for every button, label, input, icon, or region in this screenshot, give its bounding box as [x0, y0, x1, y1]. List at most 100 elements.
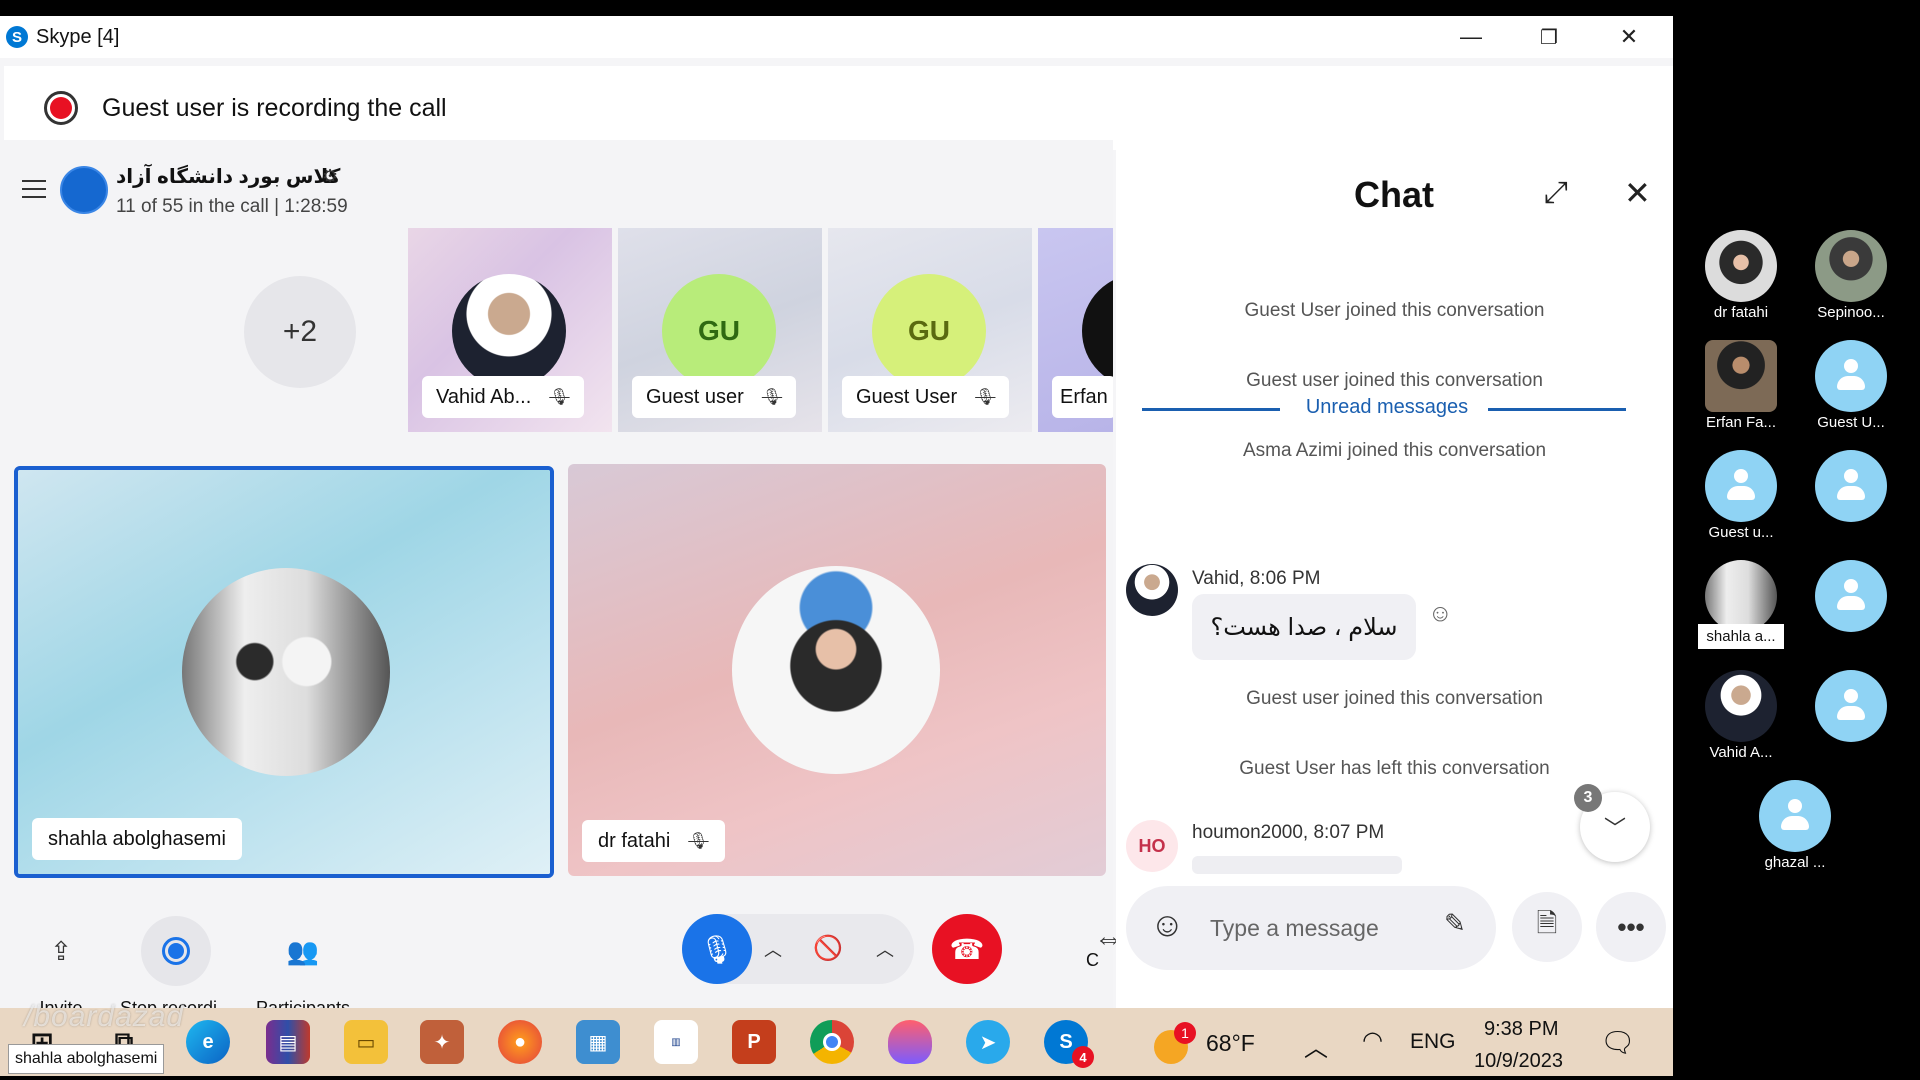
participant-name: Guest user [646, 385, 744, 408]
person-icon [1780, 799, 1810, 833]
side-participant[interactable] [1796, 670, 1906, 744]
avatar: GU [872, 274, 986, 388]
video-tile-active[interactable]: shahla abolghasemi [14, 466, 554, 878]
person-icon [1836, 469, 1866, 503]
control-panel-icon[interactable]: ▦ [576, 1020, 620, 1064]
chevron-up-icon[interactable]: ︿ [1304, 1028, 1328, 1063]
participant-nametag: dr fatahi 🎙 [582, 820, 725, 862]
gear-icon[interactable]: ⚙ [322, 166, 338, 187]
side-participant-label: dr fatahi [1713, 304, 1769, 321]
participant-nametag: Guest user 🎙 [632, 376, 797, 418]
message-input[interactable] [1210, 908, 1420, 948]
close-chat-icon[interactable]: ✕ [1624, 174, 1651, 212]
avatar [1705, 230, 1777, 302]
file-explorer-icon[interactable]: ▭ [344, 1020, 388, 1064]
record-icon [141, 916, 212, 986]
minimize-button[interactable]: — [1432, 16, 1510, 58]
system-message: Asma Azimi joined this conversation [1242, 440, 1547, 461]
participant-tile[interactable]: GU Guest User 🎙 [828, 228, 1032, 432]
share-icon: ⇪ [50, 935, 72, 966]
participant-name: dr fatahi [598, 829, 671, 852]
app-library-icon[interactable]: ▥ [654, 1020, 698, 1064]
chrome-icon[interactable] [810, 1020, 854, 1064]
participant-name: shahla abolghasemi [48, 827, 226, 850]
side-participant[interactable]: Sepinoo... [1796, 230, 1906, 321]
message-bubble[interactable]: سلام ، صدا هست؟ [1192, 594, 1416, 660]
side-participant[interactable] [1796, 450, 1906, 524]
side-participant[interactable]: dr fatahi [1686, 230, 1796, 321]
camera-off-icon[interactable]: 🚫 [808, 928, 848, 968]
firefox-icon[interactable]: ● [498, 1020, 542, 1064]
powerpoint-icon[interactable]: P [732, 1020, 776, 1064]
side-participant[interactable]: Guest U... [1796, 340, 1906, 431]
edge-icon[interactable]: e [186, 1020, 230, 1064]
file-attach-button[interactable]: 🗎 [1512, 892, 1582, 962]
avatar [1126, 564, 1178, 616]
avatar [452, 274, 566, 388]
clock-date[interactable]: 10/9/2023 [1474, 1050, 1563, 1073]
file-icon: 🗎 [1536, 908, 1558, 938]
person-icon [1836, 579, 1866, 613]
more-participants-count[interactable]: +2 [244, 276, 356, 388]
language-indicator[interactable]: ENG [1410, 1030, 1456, 1054]
hamburger-menu-icon[interactable] [22, 180, 46, 200]
person-icon [1836, 689, 1866, 723]
restore-button[interactable]: ❐ [1510, 16, 1588, 58]
system-message: Guest user joined this conversation [1246, 370, 1543, 391]
reaction-icon[interactable]: ☺ [1428, 600, 1453, 628]
skype-taskbar-icon[interactable]: S 4 [1044, 1020, 1094, 1068]
chevron-up-icon[interactable]: ︿ [764, 936, 782, 962]
side-participant[interactable]: Erfan Fa... [1686, 340, 1796, 431]
avatar [1815, 450, 1887, 522]
wifi-icon[interactable]: ◠ [1362, 1026, 1383, 1055]
mic-muted-icon: 🎙 [688, 833, 709, 850]
side-participant-label: ghazal ... [1764, 854, 1826, 871]
hover-tooltip: shahla abolghasemi [8, 1044, 165, 1074]
mic-muted-icon: 🎙 [975, 389, 996, 406]
window-title: Skype [4] [36, 25, 120, 48]
hang-up-button[interactable]: ☎ [932, 914, 1002, 984]
app-flame-icon[interactable] [888, 1020, 932, 1064]
clock-time[interactable]: 9:38 PM [1484, 1018, 1558, 1041]
participant-tile[interactable]: GU Guest user 🎙 [618, 228, 822, 432]
microphone-button[interactable]: 🎙 [682, 914, 752, 984]
ellipsis-icon: ••• [1617, 911, 1645, 942]
side-participant[interactable] [1796, 560, 1906, 634]
avatar: HO [1126, 820, 1178, 872]
chevron-up-icon[interactable]: ︿ [876, 936, 894, 962]
side-participant[interactable]: Vahid A... [1686, 670, 1796, 761]
participant-name: Vahid Ab... [436, 385, 532, 408]
weather-icon[interactable]: 1 [1150, 1022, 1196, 1064]
winrar-icon[interactable]: ▤ [266, 1020, 310, 1064]
temperature[interactable]: 68°F [1206, 1030, 1255, 1057]
message-sender: Vahid, 8:06 PM [1192, 568, 1321, 589]
participant-tile[interactable]: Erfan [1038, 228, 1113, 432]
format-pen-icon[interactable]: ✎ [1444, 908, 1466, 939]
avatar [1705, 670, 1777, 742]
video-tile[interactable]: dr fatahi 🎙 [568, 464, 1106, 876]
app-icon[interactable]: ✦ [420, 1020, 464, 1064]
side-participant[interactable]: Guest u... [1686, 450, 1796, 541]
system-message: Guest user joined this conversation [1246, 688, 1543, 709]
system-message: Guest User joined this conversation [1244, 300, 1545, 321]
side-participant[interactable]: shahla a... [1686, 560, 1796, 649]
expand-icon[interactable]: ⤢ [1544, 176, 1568, 210]
participant-nametag: Vahid Ab... 🎙 [422, 376, 584, 418]
avatar: GU [662, 274, 776, 388]
more-options-button[interactable]: ••• [1596, 892, 1666, 962]
avatar [1705, 450, 1777, 522]
avatar [732, 566, 940, 774]
telegram-icon[interactable]: ➤ [966, 1020, 1010, 1064]
recording-banner-text: Guest user is recording the call [102, 93, 447, 122]
recording-banner: Guest user is recording the call [4, 66, 1673, 150]
notification-icon[interactable]: 🗨 [1600, 1026, 1636, 1059]
message-bubble[interactable] [1192, 856, 1402, 874]
title-bar: S Skype [4] — ❐ ✕ [0, 16, 1673, 58]
participant-tile[interactable]: Vahid Ab... 🎙 [408, 228, 612, 432]
emoji-icon[interactable]: ☺ [1150, 906, 1185, 945]
side-participant[interactable]: ghazal ... [1740, 780, 1850, 871]
participants-button[interactable]: 👥 Participants [256, 916, 350, 1019]
close-button[interactable]: ✕ [1590, 16, 1668, 58]
avatar [1705, 560, 1777, 632]
avatar [182, 568, 390, 776]
